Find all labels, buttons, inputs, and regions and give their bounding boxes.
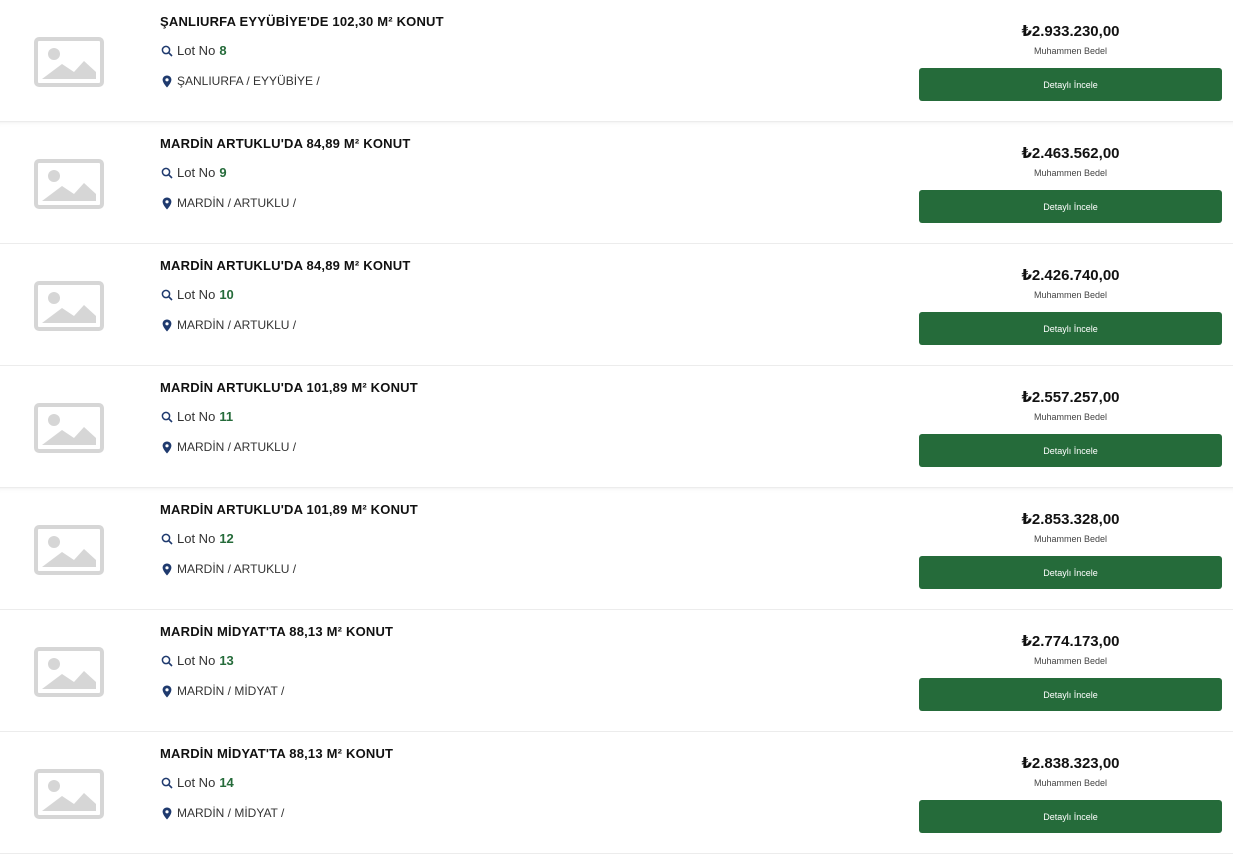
listing-row: MARDİN ARTUKLU'DA 84,89 M² KONUT Lot No … (0, 244, 1233, 366)
price-value: ₺2.853.328,00 (1021, 511, 1120, 528)
search-icon (160, 654, 173, 667)
map-pin-icon (160, 563, 173, 576)
listing-row: MARDİN ARTUKLU'DA 101,89 M² KONUT Lot No… (0, 488, 1233, 610)
image-placeholder-icon (34, 403, 104, 453)
location-text: MARDİN / MİDYAT / (177, 684, 285, 698)
lot-label: Lot No (177, 409, 216, 424)
lot-info: Lot No 10 (160, 287, 234, 302)
price-label: Muhammen Bedel (1033, 46, 1108, 56)
map-pin-icon (160, 319, 173, 332)
listing-title[interactable]: MARDİN MİDYAT'TA 88,13 M² KONUT (160, 624, 393, 639)
lot-label: Lot No (177, 531, 216, 546)
lot-label: Lot No (177, 43, 216, 58)
detail-button[interactable]: Detaylı İncele (919, 556, 1222, 589)
location-info: MARDİN / ARTUKLU / (160, 196, 296, 210)
search-icon (160, 44, 173, 57)
price-label: Muhammen Bedel (1033, 534, 1108, 544)
image-placeholder-icon (34, 281, 104, 331)
image-placeholder-icon (34, 769, 104, 819)
search-icon (160, 532, 173, 545)
detail-button[interactable]: Detaylı İncele (919, 800, 1222, 833)
price-label: Muhammen Bedel (1033, 656, 1108, 666)
price-value: ₺2.463.562,00 (1021, 145, 1120, 162)
lot-label: Lot No (177, 165, 216, 180)
detail-button[interactable]: Detaylı İncele (919, 434, 1222, 467)
image-placeholder-icon (34, 159, 104, 209)
lot-number: 10 (219, 287, 234, 302)
listing-row: MARDİN ARTUKLU'DA 84,89 M² KONUT Lot No … (0, 122, 1233, 244)
listing-row: MARDİN ARTUKLU'DA 101,89 M² KONUT Lot No… (0, 366, 1233, 488)
lot-info: Lot No 9 (160, 165, 227, 180)
lot-label: Lot No (177, 653, 216, 668)
location-text: MARDİN / MİDYAT / (177, 806, 285, 820)
location-text: MARDİN / ARTUKLU / (177, 440, 297, 454)
location-info: MARDİN / ARTUKLU / (160, 440, 296, 454)
lot-label: Lot No (177, 775, 216, 790)
search-icon (160, 410, 173, 423)
price-value: ₺2.557.257,00 (1021, 389, 1120, 406)
listing-row: ŞANLIURFA EYYÜBİYE'DE 102,30 M² KONUT Lo… (0, 0, 1233, 122)
map-pin-icon (160, 197, 173, 210)
listing-title[interactable]: MARDİN MİDYAT'TA 88,13 M² KONUT (160, 746, 393, 761)
location-text: MARDİN / ARTUKLU / (177, 562, 297, 576)
location-info: MARDİN / ARTUKLU / (160, 562, 296, 576)
map-pin-icon (160, 441, 173, 454)
price-value: ₺2.774.173,00 (1021, 633, 1120, 650)
location-text: ŞANLIURFA / EYYÜBİYE / (177, 74, 320, 88)
listing-title[interactable]: MARDİN ARTUKLU'DA 84,89 M² KONUT (160, 258, 410, 273)
lot-info: Lot No 8 (160, 43, 227, 58)
detail-button[interactable]: Detaylı İncele (919, 678, 1222, 711)
location-text: MARDİN / ARTUKLU / (177, 318, 297, 332)
price-value: ₺2.933.230,00 (1021, 23, 1120, 40)
listing-row: MARDİN MİDYAT'TA 88,13 M² KONUT Lot No 1… (0, 610, 1233, 732)
lot-number: 14 (219, 775, 234, 790)
price-label: Muhammen Bedel (1033, 412, 1108, 422)
location-info: MARDİN / MİDYAT / (160, 806, 284, 820)
lot-info: Lot No 13 (160, 653, 234, 668)
listing-title[interactable]: MARDİN ARTUKLU'DA 101,89 M² KONUT (160, 380, 418, 395)
listing-title[interactable]: MARDİN ARTUKLU'DA 101,89 M² KONUT (160, 502, 418, 517)
lot-info: Lot No 14 (160, 775, 234, 790)
listing-title[interactable]: ŞANLIURFA EYYÜBİYE'DE 102,30 M² KONUT (160, 14, 444, 29)
lot-number: 8 (219, 43, 227, 58)
lot-number: 13 (219, 653, 234, 668)
detail-button[interactable]: Detaylı İncele (919, 312, 1222, 345)
listing-row: MARDİN MİDYAT'TA 88,13 M² KONUT Lot No 1… (0, 732, 1233, 854)
price-label: Muhammen Bedel (1033, 778, 1108, 788)
detail-button[interactable]: Detaylı İncele (919, 190, 1222, 223)
lot-info: Lot No 12 (160, 531, 234, 546)
price-value: ₺2.838.323,00 (1021, 755, 1120, 772)
image-placeholder-icon (34, 525, 104, 575)
price-value: ₺2.426.740,00 (1021, 267, 1120, 284)
listing-title[interactable]: MARDİN ARTUKLU'DA 84,89 M² KONUT (160, 136, 410, 151)
map-pin-icon (160, 685, 173, 698)
map-pin-icon (160, 807, 173, 820)
image-placeholder-icon (34, 647, 104, 697)
image-placeholder-icon (34, 37, 104, 87)
lot-label: Lot No (177, 287, 216, 302)
search-icon (160, 776, 173, 789)
lot-number: 11 (219, 409, 234, 424)
price-label: Muhammen Bedel (1033, 168, 1108, 178)
lot-number: 12 (219, 531, 234, 546)
search-icon (160, 166, 173, 179)
price-label: Muhammen Bedel (1033, 290, 1108, 300)
lot-number: 9 (219, 165, 227, 180)
lot-info: Lot No 11 (160, 409, 233, 424)
listing-list: ŞANLIURFA EYYÜBİYE'DE 102,30 M² KONUT Lo… (0, 0, 1233, 854)
detail-button[interactable]: Detaylı İncele (919, 68, 1222, 101)
location-info: ŞANLIURFA / EYYÜBİYE / (160, 74, 320, 88)
search-icon (160, 288, 173, 301)
location-info: MARDİN / ARTUKLU / (160, 318, 296, 332)
location-info: MARDİN / MİDYAT / (160, 684, 284, 698)
map-pin-icon (160, 75, 173, 88)
location-text: MARDİN / ARTUKLU / (177, 196, 297, 210)
